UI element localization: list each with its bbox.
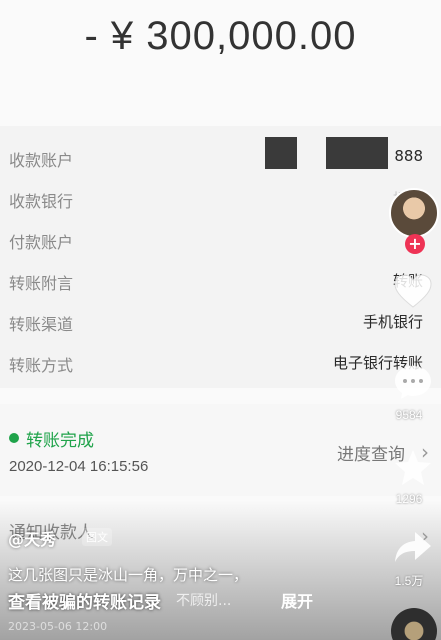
action-sidebar: + 9584 1296 1.5万 [377, 180, 441, 640]
comment-count: 9584 [395, 408, 423, 422]
detail-label: 转账渠道 [9, 315, 74, 334]
favorite-count: 1296 [395, 492, 423, 506]
caption-line: 这几张图只是冰山一角，万中之一， [8, 566, 249, 584]
detail-label: 转账附言 [9, 274, 74, 293]
share-count: 1.5万 [394, 574, 424, 588]
detail-row-channel: 转账渠道 手机银行 [0, 301, 441, 342]
status-dot-icon [9, 433, 19, 443]
caption-title: 查看被骗的转账记录 [8, 593, 161, 613]
author-name[interactable]: @天秀 [8, 526, 56, 550]
detail-label: 付款账户 [9, 233, 74, 252]
detail-row-payer-account: 付款账户 [0, 219, 441, 260]
redaction-block [265, 137, 297, 169]
caption-truncated: 不顾别... [176, 593, 232, 609]
transfer-status-card: 转账完成 2020-12-04 16:15:56 进度查询 [0, 404, 441, 496]
status-text: 转账完成 [26, 431, 94, 451]
like-icon[interactable] [391, 274, 435, 314]
detail-value: 888 [394, 147, 423, 165]
detail-row-method: 转账方式 电子银行转账 [0, 342, 441, 383]
detail-label: 收款银行 [9, 192, 74, 211]
music-disc-icon[interactable] [391, 608, 437, 640]
detail-row-remark: 转账附言 转账 [0, 260, 441, 301]
expand-caption-button[interactable]: 展开 [281, 588, 313, 612]
detail-row-payee-bank: 收款银行 招商 [0, 178, 441, 219]
post-type-badge: 图文 [82, 528, 112, 546]
detail-label: 收款账户 [9, 151, 74, 170]
comment-icon[interactable] [391, 364, 435, 404]
post-date: 2023-05-06 12:00 [8, 620, 108, 633]
status-timestamp: 2020-12-04 16:15:56 [9, 458, 149, 475]
follow-button[interactable]: + [405, 234, 425, 254]
star-icon[interactable] [391, 448, 435, 490]
redaction-block [326, 137, 388, 169]
author-avatar[interactable] [389, 188, 439, 238]
transfer-amount: - ¥ 300,000.00 [84, 14, 357, 58]
share-icon[interactable] [391, 530, 435, 570]
detail-label: 转账方式 [9, 356, 74, 375]
